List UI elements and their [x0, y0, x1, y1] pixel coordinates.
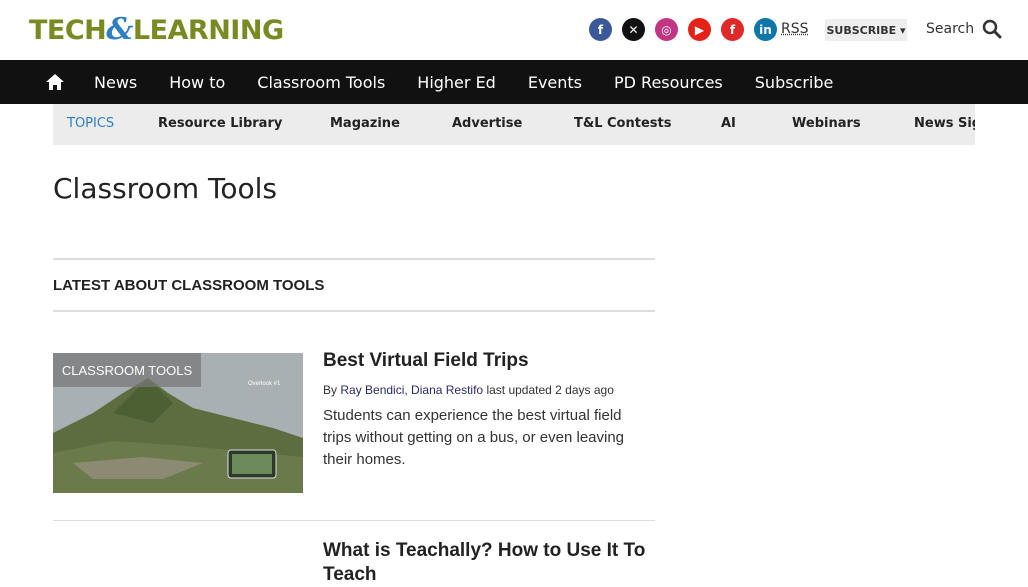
article-title[interactable]: Best Virtual Field Trips — [323, 350, 529, 372]
home-button[interactable] — [32, 60, 78, 104]
article-authors[interactable]: Ray Bendici, Diana Restifo — [340, 383, 483, 397]
subscribe-dropdown[interactable]: SUBSCRIBE ▾ — [825, 19, 907, 41]
topic-ai[interactable]: AI — [721, 116, 736, 131]
category-badge[interactable]: CLASSROOM TOOLS — [53, 353, 201, 387]
topic-advertise[interactable]: Advertise — [452, 116, 522, 131]
logo-text-left: TECH — [29, 15, 107, 46]
topic-magazine[interactable]: Magazine — [330, 116, 400, 131]
topic-resource-library[interactable]: Resource Library — [158, 116, 282, 131]
search-icon — [982, 19, 1002, 39]
article-title[interactable]: What is Teachally? How to Use It To Teac… — [323, 539, 653, 587]
topics-bar: TOPICS Resource Library Magazine Adverti… — [53, 104, 975, 145]
main-nav: News How to Classroom Tools Higher Ed Ev… — [0, 60, 1028, 104]
search-label: Search — [926, 21, 975, 37]
section-heading-text: LATEST ABOUT CLASSROOM TOOLS — [53, 277, 325, 294]
topic-news-signup[interactable]: News Sig — [914, 116, 975, 131]
instagram-icon[interactable]: ◎ — [655, 18, 678, 41]
nav-item-news[interactable]: News — [78, 73, 153, 92]
topic-tl-contests[interactable]: T&L Contests — [574, 116, 671, 131]
logo-text-right: LEARNING — [132, 15, 284, 46]
article-updated: last updated 2 days ago — [486, 383, 614, 397]
nav-item-how-to[interactable]: How to — [153, 73, 241, 92]
page-title: Classroom Tools — [53, 172, 277, 205]
nav-item-events[interactable]: Events — [512, 73, 598, 92]
article-divider — [53, 520, 655, 521]
article-byline: By Ray Bendici, Diana Restifo last updat… — [323, 383, 614, 397]
topic-webinars[interactable]: Webinars — [792, 116, 861, 131]
search-button[interactable]: Search — [926, 19, 1002, 39]
section-heading: LATEST ABOUT CLASSROOM TOOLS — [53, 258, 655, 312]
article-excerpt: Students can experience the best virtual… — [323, 407, 625, 468]
site-header: TECH&LEARNING f ✕ ◎ ▶ f in RSS SUBSCRIBE… — [0, 0, 1028, 60]
nav-item-higher-ed[interactable]: Higher Ed — [401, 73, 512, 92]
social-links: f ✕ ◎ ▶ f in — [589, 18, 777, 41]
nav-item-subscribe[interactable]: Subscribe — [739, 73, 850, 92]
home-icon — [46, 74, 64, 90]
x-icon[interactable]: ✕ — [622, 18, 645, 41]
site-logo[interactable]: TECH&LEARNING — [29, 14, 284, 47]
topics-label: TOPICS — [67, 116, 115, 131]
logo-ampersand: & — [106, 12, 133, 47]
nav-item-pd-resources[interactable]: PD Resources — [598, 73, 739, 92]
youtube-icon[interactable]: ▶ — [688, 18, 711, 41]
nav-item-classroom-tools[interactable]: Classroom Tools — [241, 73, 401, 92]
facebook-icon[interactable]: f — [589, 18, 612, 41]
flipboard-icon[interactable]: f — [721, 18, 744, 41]
rss-link[interactable]: RSS — [781, 21, 809, 37]
linkedin-icon[interactable]: in — [754, 18, 777, 41]
byline-prefix: By — [323, 383, 338, 397]
image-overlay-label: Overlook #1 — [248, 381, 281, 387]
